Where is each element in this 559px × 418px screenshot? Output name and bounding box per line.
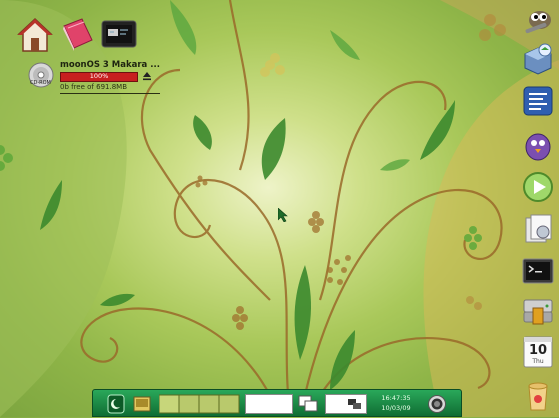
bottom-panel: 16:47:35 10/03/09 [92, 389, 462, 417]
pidgin-icon[interactable] [521, 128, 555, 162]
calendar-icon[interactable]: 10 Thu [521, 335, 555, 369]
clock-time: 16:47:35 [381, 394, 411, 402]
usage-percent: 100% [89, 72, 109, 80]
usage-bar: 100% [60, 72, 138, 82]
mounted-volume[interactable]: CD-ROM moonOS 3 Makara ... 100% 0b free … [28, 60, 160, 96]
trash-icon[interactable] [521, 377, 555, 411]
writer-icon[interactable] [521, 84, 555, 118]
divider [60, 93, 160, 94]
terminal-icon[interactable] [521, 254, 555, 288]
calendar-weekday: Thu [532, 358, 544, 365]
eject-icon[interactable] [142, 71, 152, 81]
cd-rom-label: CD-ROM [30, 80, 51, 86]
mouse-pointer-icon [278, 208, 288, 222]
gimp-icon[interactable] [521, 4, 555, 38]
show-desktop-icon[interactable] [133, 394, 151, 414]
workspace-switcher[interactable] [158, 394, 241, 414]
volume-title: moonOS 3 Makara ... [60, 60, 160, 70]
hard-drive-icon[interactable] [521, 294, 555, 328]
screen-icon[interactable] [325, 394, 367, 414]
files-icon[interactable] [521, 212, 555, 246]
right-dock: 10 Thu [515, 0, 559, 417]
package-icon[interactable] [521, 42, 555, 76]
clock[interactable]: 16:47:35 10/03/09 [375, 393, 417, 413]
power-icon[interactable] [427, 394, 447, 414]
play-icon[interactable] [521, 170, 555, 204]
home-icon[interactable] [16, 16, 54, 54]
menu-button[interactable] [107, 394, 125, 414]
book-icon[interactable] [58, 16, 96, 54]
calendar-day: 10 [528, 343, 548, 358]
taskbar-slot[interactable] [245, 394, 293, 414]
windows-icon[interactable] [297, 394, 319, 414]
clock-date: 10/03/09 [381, 404, 411, 412]
monitor-icon[interactable] [100, 16, 138, 54]
free-space-text: 0b free of 691.8MB [60, 83, 128, 91]
